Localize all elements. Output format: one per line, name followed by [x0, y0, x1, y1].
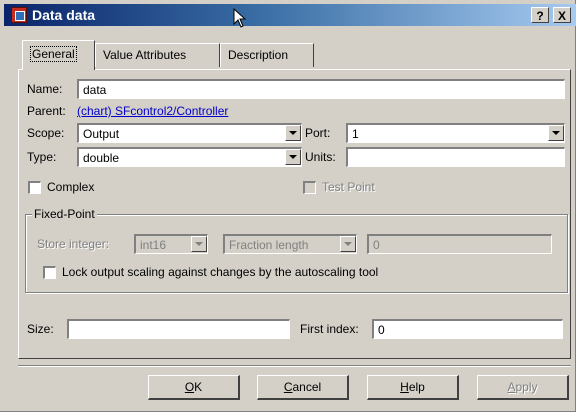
test-point-checkbox[interactable]: [303, 181, 316, 194]
scope-select[interactable]: Output: [77, 123, 302, 143]
store-integer-select[interactable]: int16: [134, 234, 208, 254]
complex-checkbox[interactable]: [28, 181, 41, 194]
lock-scaling-checkbox[interactable]: [43, 266, 56, 279]
chevron-down-icon[interactable]: [548, 125, 564, 141]
chevron-down-icon[interactable]: [285, 125, 301, 141]
test-point-label: Test Point: [322, 180, 375, 194]
name-label: Name:: [27, 82, 63, 96]
tab-general[interactable]: General: [22, 40, 95, 70]
size-input[interactable]: [67, 319, 290, 339]
stateflow-app-icon: [11, 7, 27, 23]
button-separator: [18, 365, 571, 367]
type-label: Type:: [27, 150, 57, 164]
units-label: Units:: [305, 150, 336, 164]
lock-scaling-label: Lock output scaling against changes by t…: [62, 265, 379, 279]
port-select[interactable]: 1: [346, 123, 565, 143]
first-index-input[interactable]: 0: [372, 319, 563, 339]
port-label: Port:: [305, 126, 331, 140]
tab-value-attributes[interactable]: Value Attributes: [95, 43, 220, 67]
apply-button[interactable]: Apply: [477, 375, 569, 400]
general-tab-panel: Name: data Parent: (chart) SFcontrol2/Co…: [18, 69, 571, 359]
close-button[interactable]: X: [553, 7, 571, 23]
fraction-length-value: Fraction length: [229, 238, 309, 252]
fraction-length-select[interactable]: Fraction length: [223, 234, 357, 254]
complex-label: Complex: [47, 180, 95, 194]
store-integer-label: Store integer:: [37, 237, 110, 251]
help-button[interactable]: Help: [367, 375, 459, 400]
chevron-down-icon[interactable]: [340, 236, 356, 252]
tab-description[interactable]: Description: [220, 43, 314, 67]
port-value: 1: [352, 127, 359, 141]
cancel-button[interactable]: Cancel: [257, 375, 349, 400]
chevron-down-icon[interactable]: [285, 149, 301, 165]
name-input[interactable]: data: [77, 79, 565, 99]
scope-value: Output: [83, 127, 120, 141]
first-index-label: First index:: [300, 322, 359, 336]
size-label: Size:: [27, 322, 54, 336]
chevron-down-icon[interactable]: [191, 236, 207, 252]
fixed-point-legend: Fixed-Point: [32, 207, 97, 221]
type-value: double: [83, 151, 120, 165]
window-title: Data data: [32, 7, 96, 23]
context-help-button[interactable]: ?: [531, 7, 549, 23]
scope-label: Scope:: [27, 126, 65, 140]
parent-label: Parent:: [27, 104, 66, 118]
ok-button[interactable]: OK: [148, 375, 240, 400]
type-select[interactable]: double: [77, 147, 302, 167]
mouse-cursor-icon: [233, 8, 247, 28]
title-bar[interactable]: Data data ? X: [4, 4, 576, 26]
store-integer-value: int16: [140, 238, 167, 252]
units-input[interactable]: [346, 147, 565, 167]
data-properties-dialog: Data data ? X General Value Attributes D…: [0, 0, 576, 412]
fraction-length-input[interactable]: 0: [367, 234, 552, 254]
parent-link[interactable]: (chart) SFcontrol2/Controller: [77, 104, 228, 118]
fixed-point-group: Fixed-Point Store integer: int16 Fractio…: [25, 207, 568, 293]
